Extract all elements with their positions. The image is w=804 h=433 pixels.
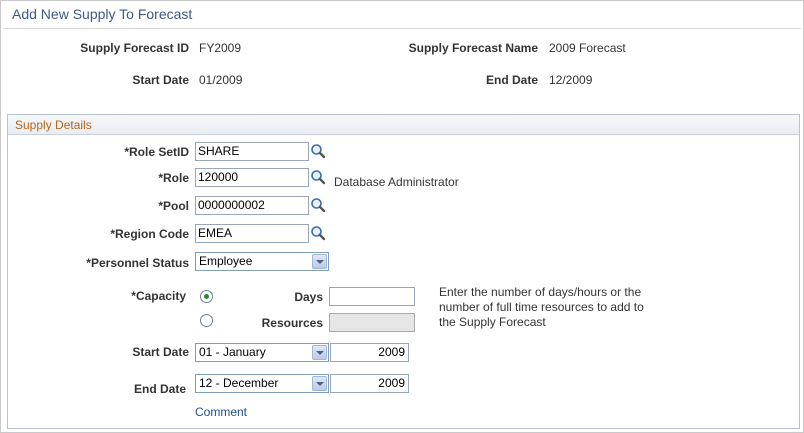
title-divider [3, 28, 801, 29]
start-year-input[interactable]: 2009 [330, 343, 409, 362]
capacity-label: *Capacity [131, 289, 186, 303]
summary-start-date-value: 01/2009 [199, 73, 243, 87]
pool-lookup-icon[interactable] [310, 197, 326, 213]
chevron-down-icon[interactable] [312, 376, 327, 391]
summary-end-date-label: End Date [485, 73, 538, 87]
end-month-select[interactable]: 12 - December [195, 374, 329, 393]
supply-forecast-id-label: Supply Forecast ID [80, 41, 189, 55]
personnel-status-label: *Personnel Status [86, 256, 189, 270]
section-title: Supply Details [15, 118, 92, 132]
end-date-label: End Date [133, 382, 186, 396]
page-title: Add New Supply To Forecast [12, 6, 193, 22]
page-frame: Add New Supply To Forecast Supply Foreca… [0, 0, 804, 433]
role-input[interactable]: 120000 [195, 168, 309, 187]
end-month-value: 12 - December [199, 376, 279, 390]
resources-input[interactable] [329, 313, 415, 332]
capacity-help-text: Enter the number of days/hours or the nu… [439, 285, 644, 329]
pool-label: *Pool [158, 199, 189, 213]
days-label: Days [294, 290, 323, 304]
role-label: *Role [158, 171, 189, 185]
personnel-status-select[interactable]: Employee [195, 252, 329, 271]
supply-forecast-id-value: FY2009 [199, 41, 242, 55]
days-input[interactable] [329, 287, 415, 306]
region-code-label: *Region Code [110, 227, 189, 241]
start-month-value: 01 - January [199, 345, 266, 359]
resources-label: Resources [261, 316, 323, 330]
role-description: Database Administrator [334, 175, 459, 189]
resources-radio[interactable] [200, 314, 213, 327]
comment-link[interactable]: Comment [195, 405, 247, 419]
supply-forecast-name-value: 2009 Forecast [549, 41, 626, 55]
personnel-status-value: Employee [199, 254, 253, 268]
role-setid-lookup-icon[interactable] [310, 143, 326, 159]
chevron-down-icon[interactable] [312, 345, 327, 360]
days-radio[interactable] [200, 290, 213, 303]
start-date-label: Start Date [132, 345, 189, 359]
end-year-input[interactable]: 2009 [330, 374, 409, 393]
summary-start-date-label: Start Date [132, 73, 189, 87]
role-setid-label: *Role SetID [124, 145, 189, 159]
region-code-input[interactable]: EMEA [195, 224, 309, 243]
role-setid-input[interactable]: SHARE [195, 142, 309, 161]
summary-end-date-value: 12/2009 [549, 73, 593, 87]
role-lookup-icon[interactable] [310, 169, 326, 185]
supply-forecast-name-label: Supply Forecast Name [408, 41, 538, 55]
region-code-lookup-icon[interactable] [310, 225, 326, 241]
start-month-select[interactable]: 01 - January [195, 343, 329, 362]
chevron-down-icon[interactable] [312, 254, 327, 269]
pool-input[interactable]: 0000000002 [195, 196, 309, 215]
section-header: Supply Details [8, 115, 799, 135]
